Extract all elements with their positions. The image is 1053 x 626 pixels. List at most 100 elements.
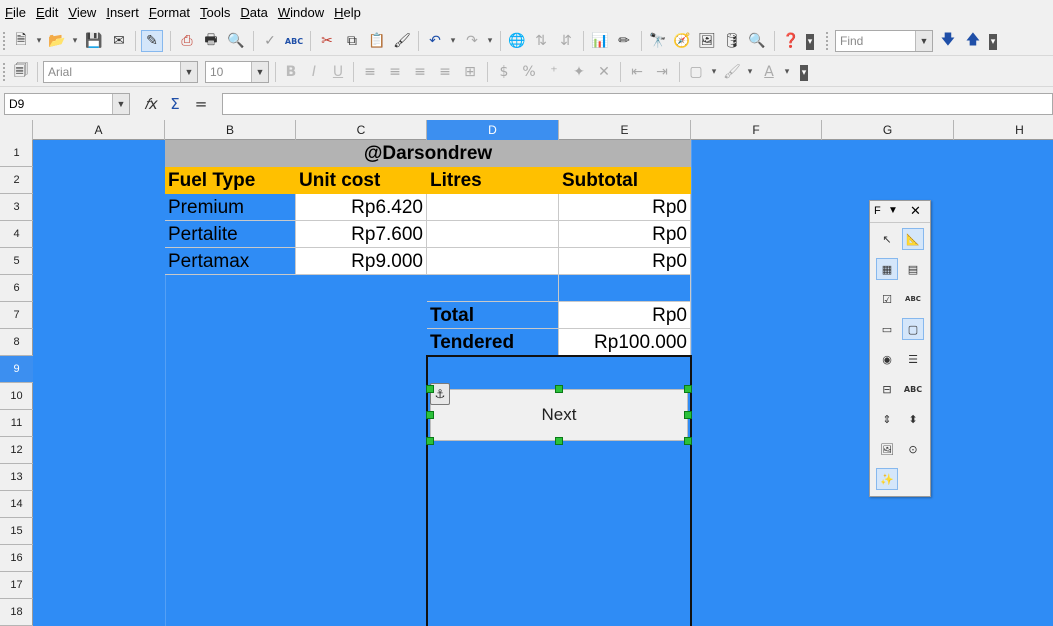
- background-dropdown-icon[interactable]: ▾: [743, 61, 757, 83]
- find-replace-icon[interactable]: 🔭: [647, 30, 669, 52]
- help-icon[interactable]: ❓: [780, 30, 802, 52]
- resize-handle[interactable]: [555, 385, 563, 393]
- menu-help[interactable]: Help: [329, 0, 366, 26]
- row-header[interactable]: 17: [0, 572, 33, 599]
- row-header[interactable]: 15: [0, 518, 33, 545]
- litres-cell[interactable]: [427, 221, 559, 248]
- select-all-corner[interactable]: [0, 120, 33, 140]
- resize-handle[interactable]: [684, 411, 692, 419]
- column-header-d[interactable]: D: [427, 120, 559, 140]
- toolbar-grip[interactable]: [3, 32, 6, 50]
- delete-decimal-icon[interactable]: ✕: [593, 61, 615, 83]
- form-properties-icon[interactable]: ▤: [902, 258, 924, 280]
- find-previous-icon[interactable]: 🡅: [962, 30, 984, 52]
- new-dropdown-icon[interactable]: ▾: [32, 30, 46, 52]
- litres-cell[interactable]: [427, 248, 559, 275]
- merge-cells-icon[interactable]: ⊞: [459, 61, 481, 83]
- text-box-icon[interactable]: ▭: [876, 318, 898, 340]
- data-sources-icon[interactable]: 🛢: [721, 30, 743, 52]
- add-decimal-icon[interactable]: ⁺: [543, 61, 565, 83]
- decrease-indent-icon[interactable]: ⇤: [626, 61, 648, 83]
- tendered-value[interactable]: Rp100.000: [559, 329, 691, 356]
- spellcheck-icon[interactable]: ✓: [259, 30, 281, 52]
- row-header[interactable]: 12: [0, 437, 33, 464]
- subtotal-cell[interactable]: Rp0: [559, 194, 691, 221]
- group-box-icon[interactable]: ⊙: [902, 438, 924, 460]
- undo-icon[interactable]: ↶: [424, 30, 446, 52]
- resize-handle[interactable]: [426, 437, 434, 445]
- menu-tools[interactable]: Tools: [195, 0, 235, 26]
- row-header[interactable]: 16: [0, 545, 33, 572]
- undo-dropdown-icon[interactable]: ▾: [446, 30, 460, 52]
- row-header[interactable]: 1: [0, 140, 33, 167]
- menu-window[interactable]: Window: [273, 0, 329, 26]
- redo-icon[interactable]: ↷: [461, 30, 483, 52]
- litres-cell[interactable]: [427, 194, 559, 221]
- unit-cost-cell[interactable]: Rp6.420: [296, 194, 427, 221]
- empty-cell[interactable]: [427, 275, 559, 302]
- resize-handle[interactable]: [426, 385, 434, 393]
- font-name-input[interactable]: Arial ▼: [43, 61, 198, 83]
- row-header[interactable]: 4: [0, 221, 33, 248]
- header-fuel-type[interactable]: Fuel Type: [165, 167, 296, 194]
- resize-handle[interactable]: [555, 437, 563, 445]
- chart-icon[interactable]: 📊: [589, 30, 611, 52]
- subtotal-cell[interactable]: Rp0: [559, 248, 691, 275]
- font-name-dropdown-icon[interactable]: ▼: [180, 62, 197, 82]
- row-header[interactable]: 14: [0, 491, 33, 518]
- tendered-label[interactable]: Tendered: [427, 329, 559, 356]
- email-icon[interactable]: ✉: [108, 30, 130, 52]
- total-label[interactable]: Total: [427, 302, 559, 329]
- resize-handle[interactable]: [684, 385, 692, 393]
- sheet-title-cell[interactable]: @Darsondrew: [165, 140, 691, 167]
- empty-cell[interactable]: [559, 275, 691, 302]
- design-mode-icon[interactable]: 📐: [902, 228, 924, 250]
- draw-functions-icon[interactable]: ✏: [613, 30, 635, 52]
- row-header[interactable]: 2: [0, 167, 33, 194]
- navigator-icon[interactable]: 🧭: [671, 30, 693, 52]
- export-pdf-icon[interactable]: ⎙: [176, 30, 198, 52]
- standard-format-icon[interactable]: ✦: [568, 61, 590, 83]
- borders-dropdown-icon[interactable]: ▾: [707, 61, 721, 83]
- column-header-g[interactable]: G: [822, 120, 954, 140]
- menu-edit[interactable]: Edit: [31, 0, 63, 26]
- find-dropdown-icon[interactable]: ▼: [915, 31, 932, 51]
- row-header[interactable]: 10: [0, 383, 33, 410]
- next-button[interactable]: Next: [430, 389, 688, 441]
- scrollbar-icon[interactable]: ⇕: [876, 408, 898, 430]
- redo-dropdown-icon[interactable]: ▾: [483, 30, 497, 52]
- fuel-type-cell[interactable]: Premium: [165, 194, 296, 221]
- find-next-icon[interactable]: 🡇: [937, 30, 959, 52]
- select-pointer-icon[interactable]: ↖: [876, 228, 898, 250]
- sum-icon[interactable]: Σ: [164, 94, 186, 114]
- increase-indent-icon[interactable]: ⇥: [651, 61, 673, 83]
- row-header[interactable]: 5: [0, 248, 33, 275]
- find-overflow-icon[interactable]: ▾: [989, 34, 997, 50]
- copy-icon[interactable]: ⧉: [341, 30, 363, 52]
- header-subtotal[interactable]: Subtotal: [559, 167, 691, 194]
- combo-box-icon[interactable]: ⊟: [876, 378, 898, 400]
- resize-handle[interactable]: [684, 437, 692, 445]
- clone-formatting-icon[interactable]: 🖌: [391, 30, 413, 52]
- subtotal-cell[interactable]: Rp0: [559, 221, 691, 248]
- spin-button-icon[interactable]: ⬍: [902, 408, 924, 430]
- formula-icon[interactable]: =: [190, 94, 212, 114]
- save-icon[interactable]: 💾: [83, 30, 105, 52]
- edit-file-icon[interactable]: ✎: [141, 30, 163, 52]
- find-input[interactable]: Find ▼: [835, 30, 933, 52]
- currency-format-icon[interactable]: $: [493, 61, 515, 83]
- align-center-icon[interactable]: ≡: [384, 61, 406, 83]
- name-box-dropdown-icon[interactable]: ▼: [112, 94, 129, 114]
- push-button-icon[interactable]: ▢: [902, 318, 924, 340]
- fuel-type-cell[interactable]: Pertalite: [165, 221, 296, 248]
- header-litres[interactable]: Litres: [427, 167, 559, 194]
- header-unit-cost[interactable]: Unit cost: [296, 167, 427, 194]
- row-header[interactable]: 11: [0, 410, 33, 437]
- form-controls-titlebar[interactable]: F ▼ ✕: [870, 201, 930, 223]
- paste-icon[interactable]: 📋: [366, 30, 388, 52]
- toolbar-overflow-icon[interactable]: ▾: [806, 34, 814, 50]
- borders-icon[interactable]: ▢: [685, 61, 707, 83]
- open-icon[interactable]: 📂: [46, 30, 68, 52]
- option-button-icon[interactable]: ◉: [876, 348, 898, 370]
- row-header[interactable]: 18: [0, 599, 33, 626]
